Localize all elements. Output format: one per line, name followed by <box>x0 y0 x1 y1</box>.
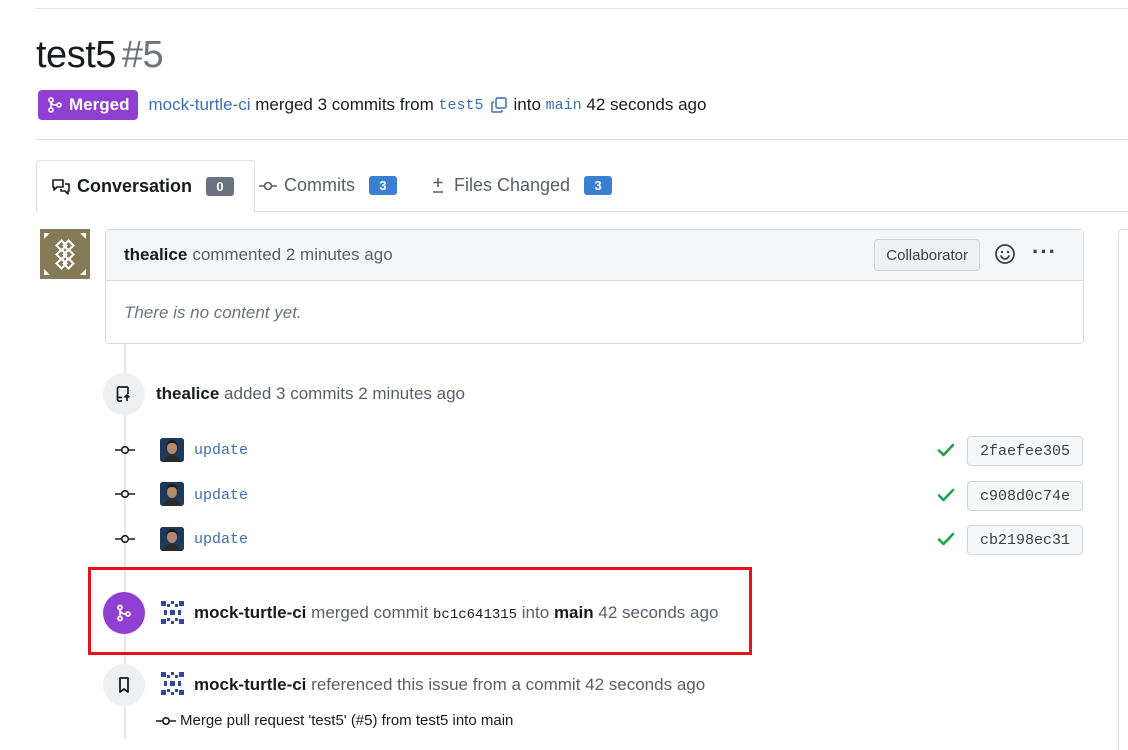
comment-author[interactable]: thealice <box>124 245 187 265</box>
commit-message-link[interactable]: update <box>194 442 248 459</box>
user-photo-avatar <box>160 527 184 551</box>
bookmark-icon <box>119 677 129 693</box>
merged-time: 42 seconds ago <box>586 95 707 114</box>
into-text: into <box>513 95 541 114</box>
tab-files-changed-count: 3 <box>584 176 613 195</box>
user-photo-avatar <box>160 482 184 506</box>
collaborator-badge: Collaborator <box>874 239 980 271</box>
highlight-box <box>88 567 752 655</box>
tab-bar: Conversation 0 Commits 3 Files Changed 3 <box>36 160 1128 213</box>
tab-commits[interactable]: Commits 3 <box>258 160 397 211</box>
git-commit-icon <box>156 716 176 725</box>
commit-sha-button[interactable]: 2faefee305 <box>967 436 1083 466</box>
commit-message-link[interactable]: update <box>194 487 248 504</box>
ref-event-text: mock-turtle-ci referenced this issue fro… <box>194 675 705 695</box>
user-photo-avatar <box>160 438 184 462</box>
tab-conversation-label: Conversation <box>77 176 193 196</box>
merger-link[interactable]: mock-turtle-ci <box>148 95 250 115</box>
tab-conversation[interactable]: Conversation 0 <box>36 160 255 213</box>
comment-header: thealice commented 2 minutes ago Collabo… <box>106 230 1083 281</box>
pr-number: #5 <box>121 34 164 76</box>
kebab-icon[interactable]: ··· <box>1032 241 1057 263</box>
comment-box: thealice commented 2 minutes ago Collabo… <box>105 229 1084 344</box>
git-commit-icon <box>115 534 135 544</box>
push-event-action: added 3 commits 2 minutes ago <box>224 384 466 403</box>
comment-body: There is no content yet. <box>124 303 302 322</box>
base-branch-link[interactable]: main <box>546 97 582 114</box>
push-event-text: thealice added 3 commits 2 minutes ago <box>156 384 465 404</box>
merged-text: merged 3 commits from <box>255 95 434 114</box>
push-event-icon-circle <box>103 373 145 415</box>
tab-commits-count: 3 <box>369 176 397 195</box>
avatar[interactable] <box>160 438 184 462</box>
head-branch-link[interactable]: test5 <box>439 97 484 114</box>
tab-conversation-count: 0 <box>206 177 235 196</box>
push-event-author[interactable]: thealice <box>156 384 219 403</box>
comment-action: commented 2 minutes ago <box>192 245 393 264</box>
identicon-avatar <box>160 671 185 696</box>
pr-meta: Merged mock-turtle-ci merged 3 commits f… <box>38 90 706 120</box>
repo-push-icon <box>116 386 131 402</box>
check-icon[interactable] <box>936 529 956 549</box>
ref-event-icon-circle <box>103 664 145 706</box>
status-badge-label: Merged <box>69 95 130 114</box>
header-divider <box>36 139 1128 140</box>
commit-sha-button[interactable]: c908d0c74e <box>967 481 1083 511</box>
pr-title: test5 <box>36 34 116 76</box>
check-icon[interactable] <box>936 440 956 460</box>
avatar[interactable] <box>40 229 90 279</box>
git-merge-icon <box>48 97 62 113</box>
copy-icon[interactable] <box>490 96 508 114</box>
git-commit-icon <box>115 489 135 499</box>
ref-event-action: referenced this issue from a commit 42 s… <box>311 675 706 694</box>
avatar[interactable] <box>160 482 184 506</box>
ref-event-author[interactable]: mock-turtle-ci <box>194 675 306 694</box>
top-divider <box>36 8 1128 9</box>
avatar[interactable] <box>160 671 185 696</box>
tab-files-changed-label: Files Changed <box>454 175 571 195</box>
ref-commit-line: Merge pull request 'test5' (#5) from tes… <box>156 712 513 729</box>
page-title: test5 #5 <box>36 34 164 77</box>
commit-sha-button[interactable]: cb2198ec31 <box>967 525 1083 555</box>
sidebar-edge <box>1118 229 1128 750</box>
smiley-icon[interactable] <box>993 242 1017 266</box>
commit-message-link[interactable]: update <box>194 531 248 548</box>
avatar[interactable] <box>160 527 184 551</box>
git-commit-icon <box>115 445 135 455</box>
plus-minus-icon <box>433 177 443 193</box>
status-badge: Merged <box>38 90 139 120</box>
tab-commits-label: Commits <box>284 175 355 195</box>
ref-commit-message-link[interactable]: Merge pull request 'test5' (#5) from tes… <box>180 712 513 729</box>
comments-icon <box>52 178 70 195</box>
identicon-avatar <box>40 229 90 279</box>
tab-files-changed[interactable]: Files Changed 3 <box>428 160 613 211</box>
check-icon[interactable] <box>936 485 956 505</box>
git-commit-icon <box>259 181 277 190</box>
